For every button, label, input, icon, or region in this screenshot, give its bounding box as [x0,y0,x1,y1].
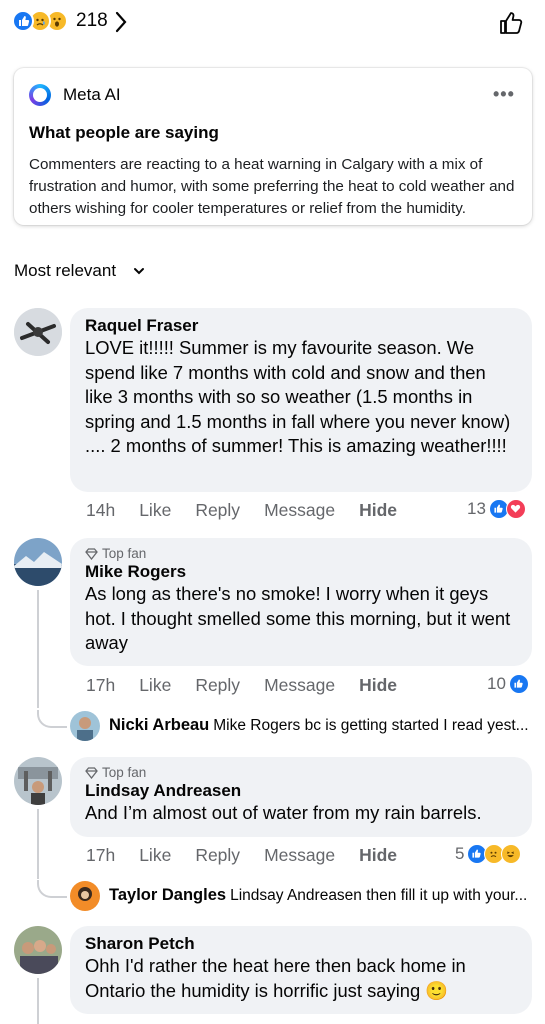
reply-button[interactable]: Reply [195,500,240,521]
summary-title: What people are saying [29,123,219,142]
comment-reactions[interactable]: 10 [487,674,529,694]
meta-ai-summary-card: Meta AI ••• What people are saying Comme… [14,68,532,225]
diamond-icon [85,547,98,560]
thread-line [37,978,39,1024]
meta-ai-logo-icon [29,84,51,106]
thread-connector [37,710,67,728]
comment-reactions[interactable]: 5 [455,844,522,864]
message-button[interactable]: Message [264,675,335,696]
comment-author[interactable]: Sharon Petch [85,934,517,954]
reply-text: Lindsay Andreasen then fill it up with y… [230,887,528,904]
meta-ai-label: Meta AI [63,85,121,104]
reaction-summary-bar[interactable]: 218 [0,0,545,44]
comment-bubble[interactable]: Top fan Mike Rogers As long as there's n… [70,538,532,666]
reply-preview[interactable]: Nicki Arbeau Mike Rogers bc is getting st… [109,716,529,735]
like-button[interactable]: Like [139,845,171,866]
comment-reactions[interactable]: 13 [467,499,526,519]
reaction-count[interactable]: 218 [76,10,108,32]
hide-button[interactable]: Hide [359,845,397,866]
hide-button[interactable]: Hide [359,500,397,521]
more-options-button[interactable]: ••• [493,84,515,105]
thumbs-up-icon[interactable] [497,9,525,37]
thread-connector [37,880,67,898]
comment-actions: 17h Like Reply Message Hide [86,845,421,866]
comment-bubble[interactable]: Raquel Fraser LOVE it!!!!! Summer is my … [70,308,532,492]
reply-button[interactable]: Reply [195,845,240,866]
top-fan-badge: Top fan [85,765,517,780]
comment-time: 17h [86,675,116,695]
reply-author[interactable]: Nicki Arbeau [109,716,209,734]
heart-icon [505,499,526,519]
comment-time: 14h [86,500,116,520]
comment-author[interactable]: Mike Rogers [85,562,517,582]
comment-text: As long as there's no smoke! I worry whe… [85,583,511,653]
avatar[interactable] [70,711,100,741]
avatar[interactable] [70,881,100,911]
summary-text: Commenters are reacting to a heat warnin… [29,156,515,217]
thread-line [37,590,39,708]
chevron-right-icon[interactable] [115,11,127,33]
reaction-count: 10 [487,674,506,693]
thread-line [37,809,39,879]
comment-text: Ohh I'd rather the heat here then back h… [85,955,466,1001]
comment-actions: 14h Like Reply Message Hide [86,500,421,521]
reaction-icons [12,10,74,34]
top-fan-label: Top fan [102,765,147,780]
top-fan-badge: Top fan [85,546,517,561]
reply-preview[interactable]: Taylor Dangles Lindsay Andreasen then fil… [109,886,529,905]
chevron-down-icon[interactable] [133,266,145,276]
comment-time: 17h [86,845,116,865]
comment-text: LOVE it!!!!! Summer is my favourite seas… [85,337,511,456]
like-button[interactable]: Like [139,500,171,521]
like-button[interactable]: Like [139,675,171,696]
comment-author[interactable]: Lindsay Andreasen [85,781,517,801]
sort-dropdown[interactable]: Most relevant [14,261,116,281]
hide-button[interactable]: Hide [359,675,397,696]
comment-bubble[interactable]: Sharon Petch Ohh I'd rather the heat her… [70,926,532,1014]
avatar[interactable] [14,538,62,586]
like-icon [12,10,34,32]
avatar[interactable] [14,757,62,805]
haha-icon [501,844,522,864]
comment-bubble[interactable]: Top fan Lindsay Andreasen And I’m almost… [70,757,532,837]
message-button[interactable]: Message [264,500,335,521]
reply-text: Mike Rogers bc is getting started I read… [213,717,529,734]
comment-actions: 17h Like Reply Message Hide [86,675,421,696]
top-fan-label: Top fan [102,546,147,561]
message-button[interactable]: Message [264,845,335,866]
comment-author[interactable]: Raquel Fraser [85,316,517,336]
like-icon [508,674,529,694]
reaction-count: 5 [455,844,465,863]
reply-author[interactable]: Taylor Dangles [109,886,226,904]
reply-button[interactable]: Reply [195,675,240,696]
avatar[interactable] [14,308,62,356]
diamond-icon [85,766,98,779]
reaction-count: 13 [467,499,486,518]
comment-text: And I’m almost out of water from my rain… [85,802,482,823]
avatar[interactable] [14,926,62,974]
